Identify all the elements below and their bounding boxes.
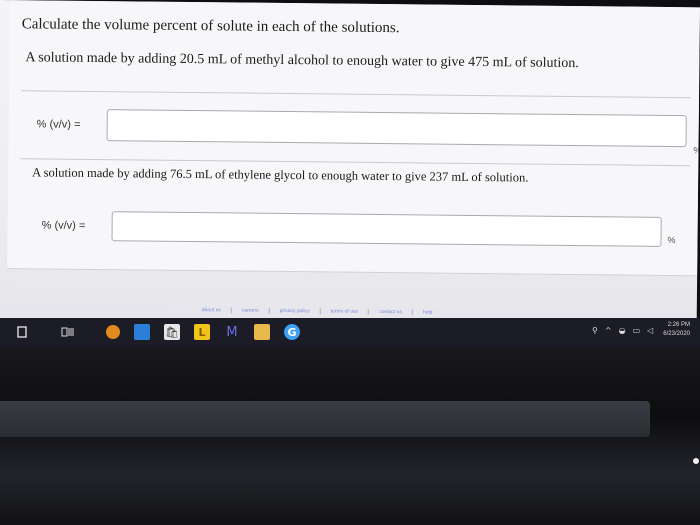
launcher-L-icon[interactable]: L <box>194 324 210 340</box>
taskbar: 🛍 L M G ⚲ ^ ◒ ▭ ◁ 2:26 PM 6/23/2020 <box>0 318 700 346</box>
footer-link-contact[interactable]: contact us <box>369 308 413 316</box>
store-icon[interactable]: 🛍 <box>164 324 180 340</box>
power-led <box>693 458 699 464</box>
part-b-answer-row: % (v/v) = <box>41 210 662 247</box>
footer-link-privacy[interactable]: privacy policy <box>269 307 321 315</box>
part-b-label: % (v/v) = <box>41 219 86 232</box>
question-title: Calculate the volume percent of solute i… <box>21 16 400 37</box>
system-tray: ⚲ ^ ◒ ▭ ◁ 2:26 PM 6/23/2020 <box>585 321 690 339</box>
chrome-icon[interactable]: G <box>284 324 300 340</box>
people-icon[interactable]: ⚲ <box>592 326 598 335</box>
divider <box>20 158 691 167</box>
volume-icon[interactable]: ◁ <box>647 326 653 335</box>
part-a-answer-row: % (v/v) = <box>36 108 687 148</box>
footer-link-terms[interactable]: terms of use <box>320 308 370 315</box>
footer-link-about[interactable]: about us <box>191 307 232 314</box>
mail-icon[interactable] <box>134 324 150 340</box>
clock-date: 6/23/2020 <box>663 331 690 337</box>
part-a-answer-input[interactable] <box>106 109 687 148</box>
file-explorer-icon[interactable] <box>254 324 270 340</box>
part-a-label: % (v/v) = <box>36 118 81 131</box>
divider <box>21 90 692 99</box>
battery-icon[interactable]: ▭ <box>633 326 641 335</box>
task-view-icon[interactable] <box>60 324 76 340</box>
chevron-up-icon[interactable]: ^ <box>605 326 612 335</box>
part-b-unit: % <box>667 235 676 246</box>
footer-link-careers[interactable]: careers <box>231 307 270 314</box>
m-app-icon[interactable]: M <box>224 324 240 340</box>
laptop-hinge <box>0 401 650 437</box>
footer-links: about us careers privacy policy terms of… <box>191 307 443 316</box>
question-card: Calculate the volume percent of solute i… <box>7 0 700 277</box>
part-a-prompt: A solution made by adding 20.5 mL of met… <box>25 50 579 72</box>
part-b-answer-input[interactable] <box>111 211 662 247</box>
screen: Calculate the volume percent of solute i… <box>0 0 700 353</box>
part-b-prompt: A solution made by adding 76.5 mL of eth… <box>32 165 529 185</box>
clock-time: 2:26 PM <box>667 322 690 328</box>
network-icon[interactable]: ◒ <box>619 326 626 335</box>
taskbar-clock[interactable]: 2:26 PM 6/23/2020 <box>663 321 690 339</box>
windows-start-icon[interactable] <box>14 324 30 340</box>
orange-app-icon[interactable] <box>106 325 120 339</box>
footer-link-help[interactable]: help <box>413 309 443 315</box>
part-a-unit: % <box>693 145 700 156</box>
